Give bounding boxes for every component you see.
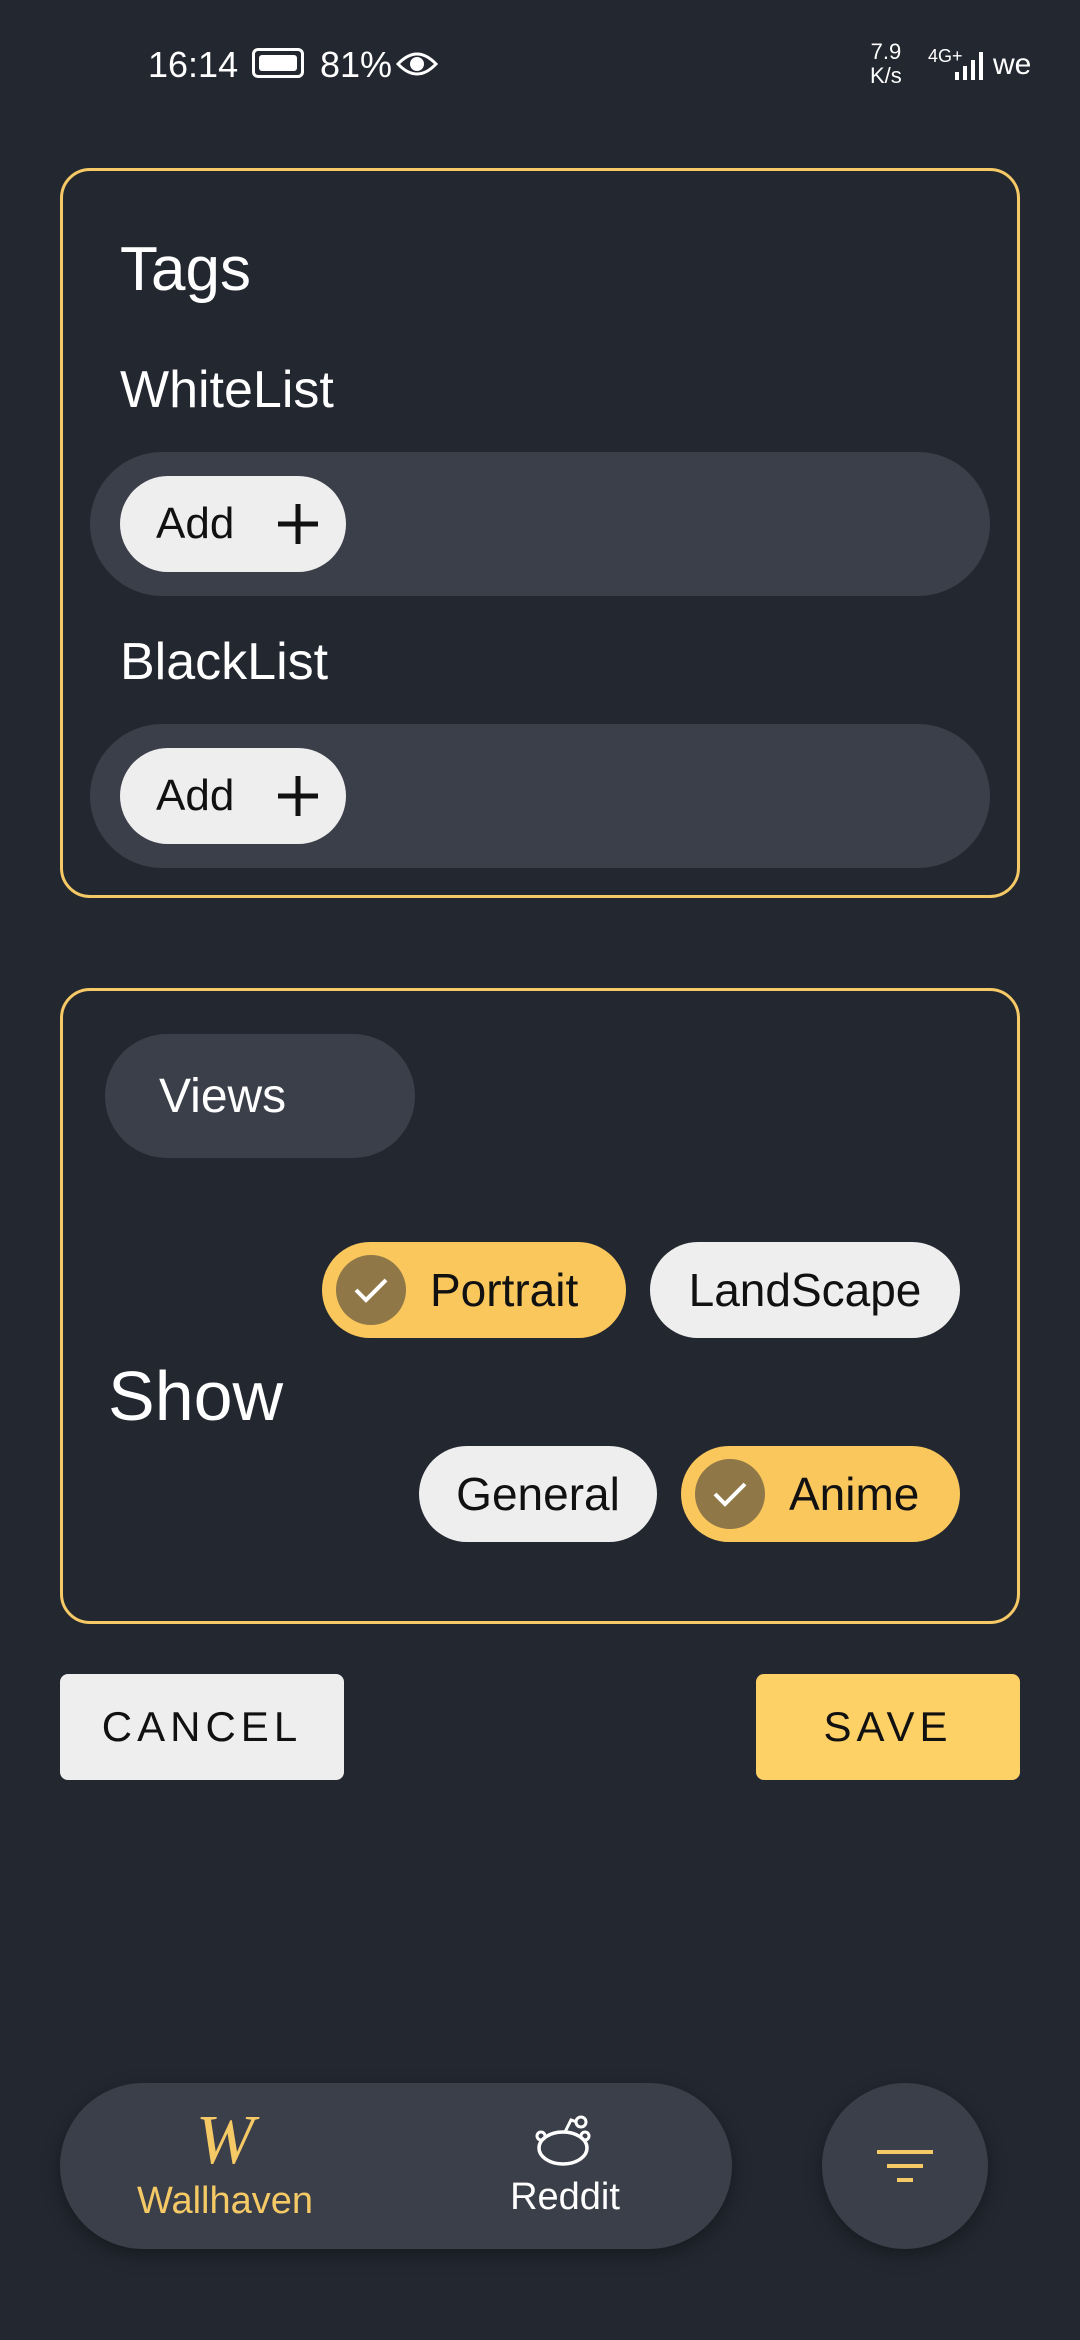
portrait-label: Portrait: [430, 1264, 579, 1316]
add-label: Add: [156, 499, 235, 548]
plus-icon: [278, 776, 318, 816]
anime-chip[interactable]: Anime: [681, 1446, 960, 1542]
anime-label: Anime: [789, 1468, 920, 1520]
general-chip[interactable]: General: [419, 1446, 657, 1542]
save-button[interactable]: SAVE: [756, 1674, 1020, 1780]
status-time: 16:14: [148, 44, 239, 85]
nav-item-reddit[interactable]: Reddit: [460, 2083, 670, 2249]
filter-icon: [877, 2150, 933, 2182]
nav-label-reddit: Reddit: [510, 2175, 620, 2218]
wallhaven-logo-icon: W: [195, 2101, 255, 2179]
battery-percent: 81%: [320, 44, 393, 85]
cancel-button[interactable]: CANCEL: [60, 1674, 344, 1780]
signal-icon: [955, 52, 983, 80]
general-label: General: [456, 1468, 620, 1520]
portrait-chip[interactable]: Portrait: [322, 1242, 626, 1338]
whitelist-add-button[interactable]: Add: [120, 476, 346, 572]
plus-icon: [278, 504, 318, 544]
eye-icon: [396, 52, 438, 76]
net-speed: 7.9 K/s: [870, 39, 902, 88]
check-icon: [695, 1459, 765, 1529]
landscape-chip[interactable]: LandScape: [650, 1242, 960, 1338]
check-icon: [336, 1255, 406, 1325]
tags-title: Tags: [120, 235, 251, 304]
carrier-label: we: [993, 48, 1032, 81]
battery-icon: [252, 48, 304, 78]
bottom-nav: W Wallhaven Reddit: [60, 2083, 732, 2249]
reddit-icon: [535, 2115, 591, 2166]
blacklist-add-button[interactable]: Add: [120, 748, 346, 844]
blacklist-label: BlackList: [120, 633, 329, 691]
add-label: Add: [156, 771, 235, 820]
nav-item-wallhaven[interactable]: W Wallhaven: [120, 2083, 330, 2249]
whitelist-label: WhiteList: [120, 361, 334, 419]
show-label: Show: [108, 1357, 284, 1435]
landscape-label: LandScape: [688, 1264, 922, 1316]
filter-button[interactable]: [822, 2083, 988, 2249]
nav-label-wallhaven: Wallhaven: [136, 2179, 313, 2222]
views-dropdown[interactable]: Views: [105, 1034, 415, 1158]
